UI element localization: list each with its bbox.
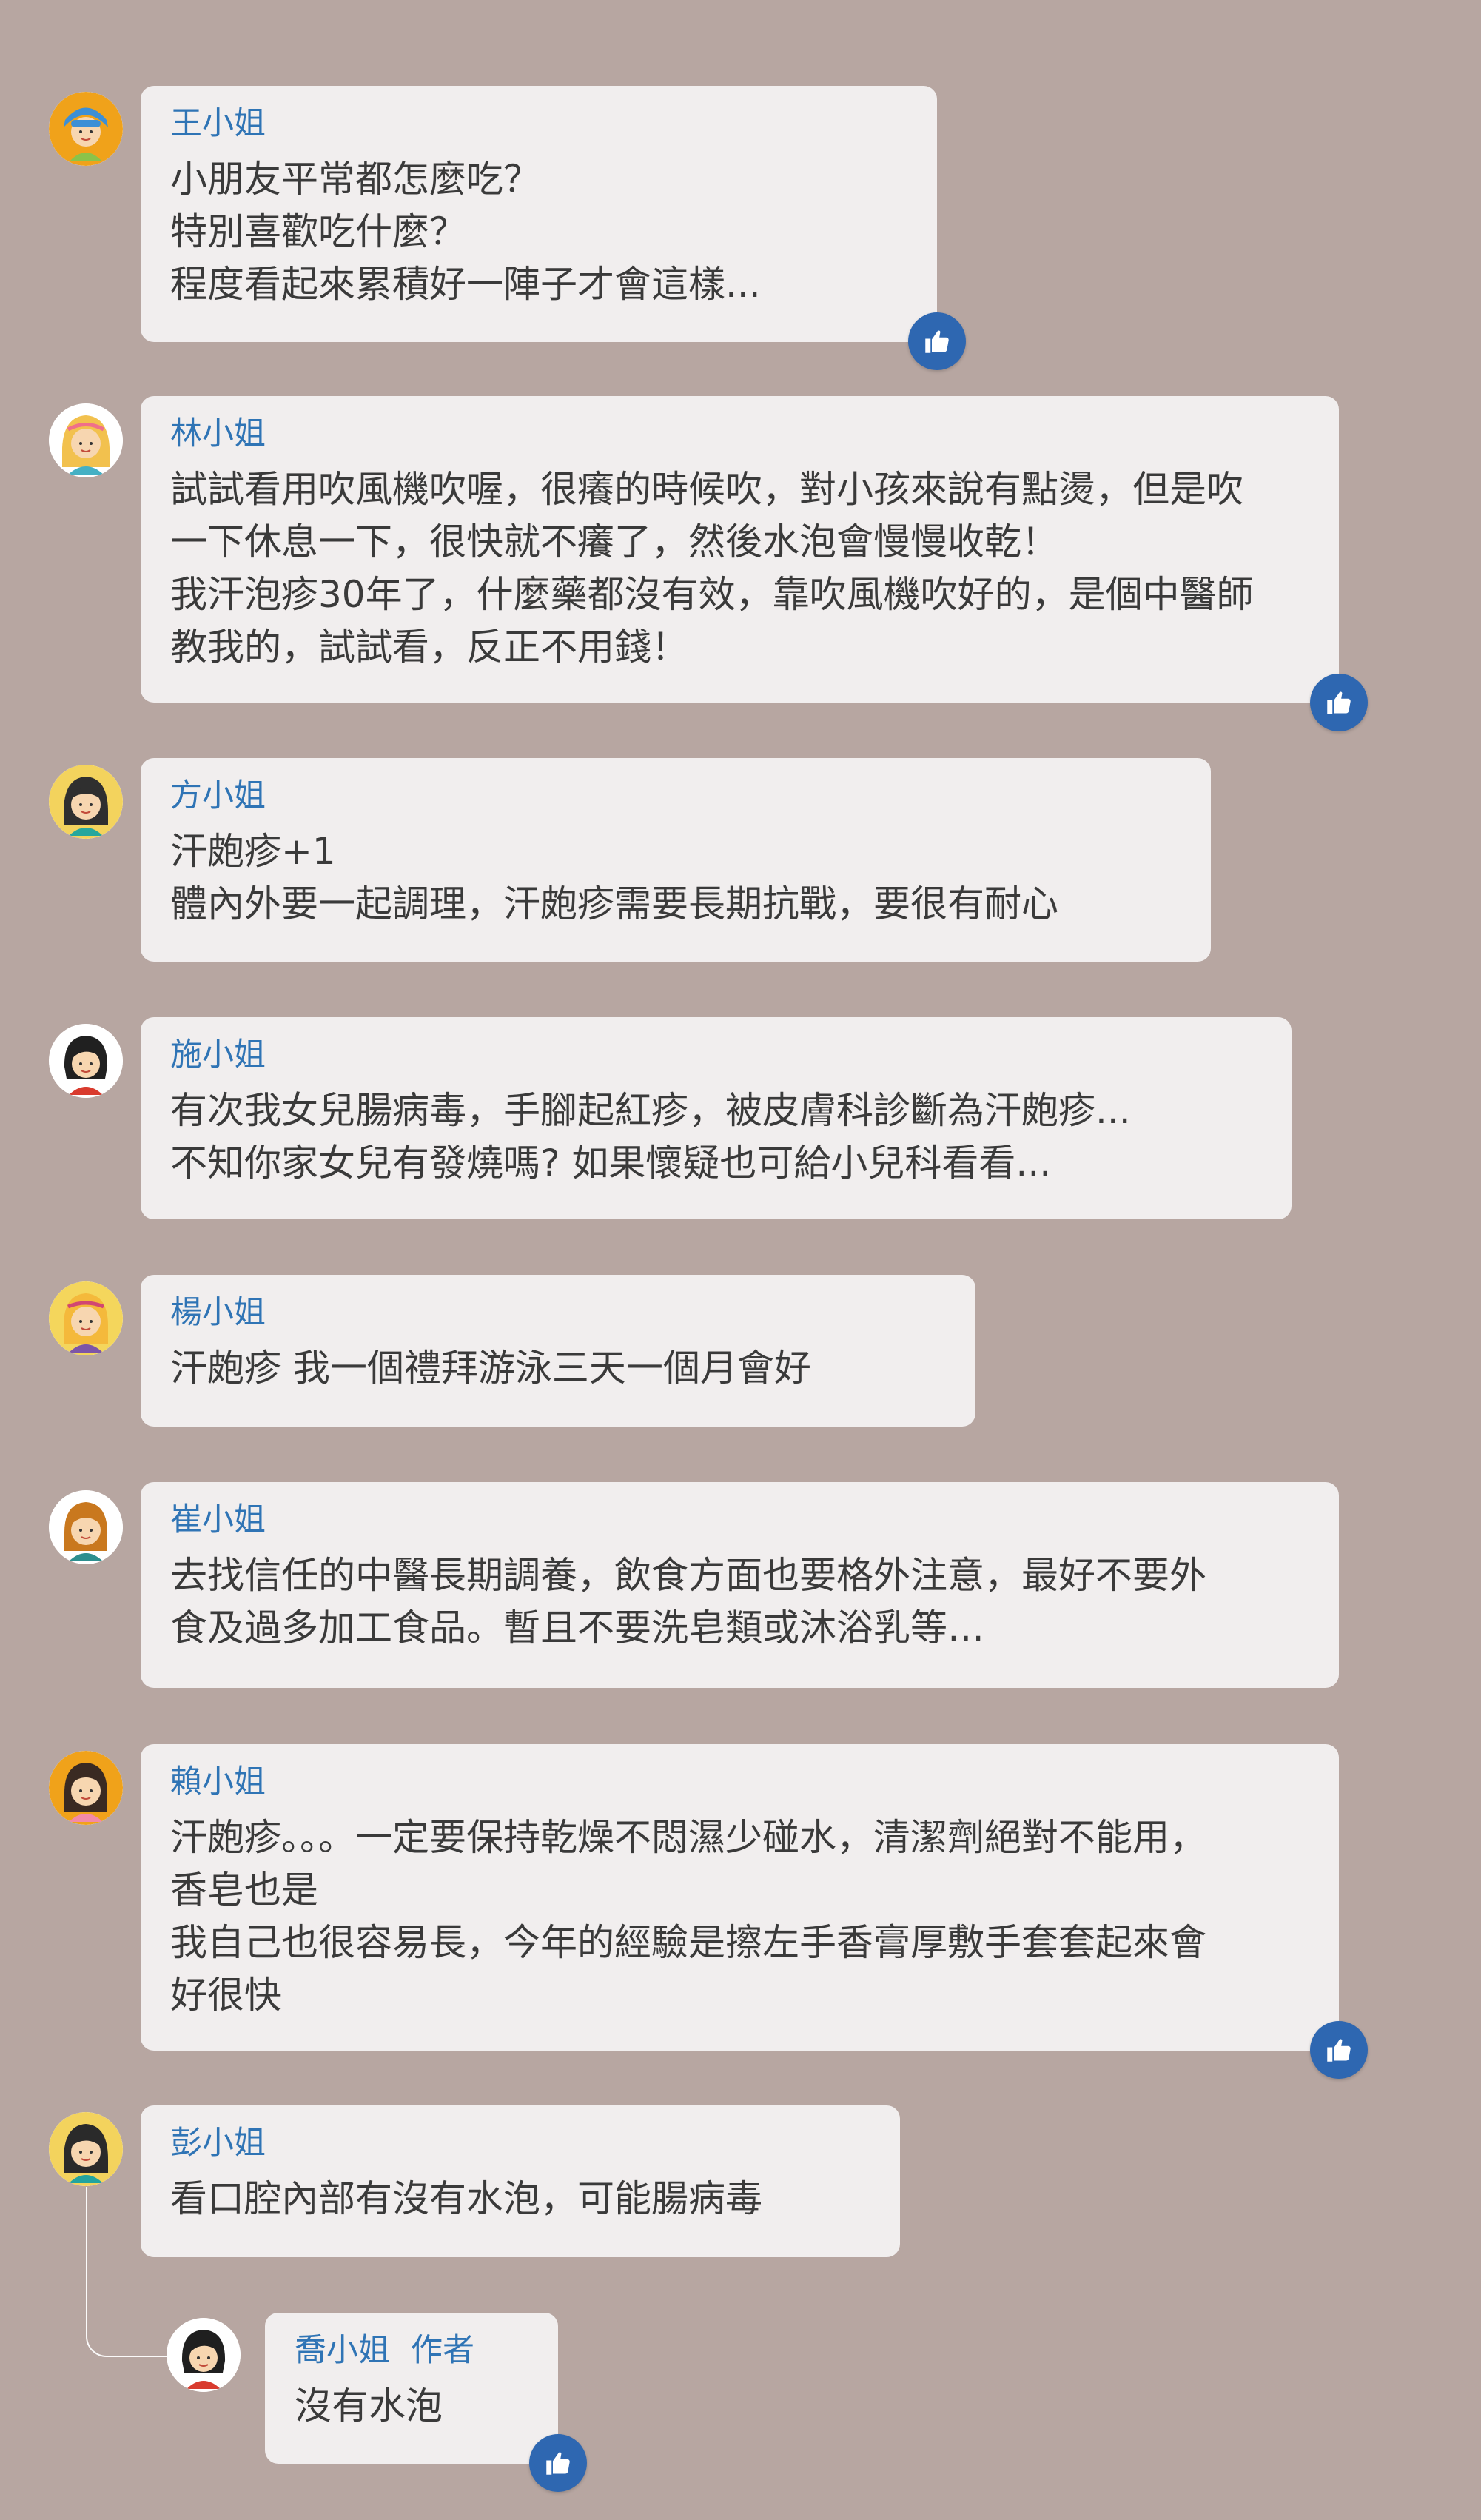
author-name[interactable]: 楊小姐 (170, 1297, 266, 1329)
comment-line: 汗皰疹。。。一定要保持乾燥不悶濕少碰水，清潔劑絕對不能用， (170, 1816, 1206, 1859)
author-name[interactable]: 林小姐 (170, 418, 266, 450)
author-name[interactable]: 崔小姐 (170, 1504, 266, 1536)
avatar-wang[interactable] (49, 92, 123, 166)
avatar-fang[interactable] (49, 765, 123, 839)
red-shirt-woman-avatar-icon (167, 2318, 241, 2392)
reply-bubble-qiao: 喬小姐 作者 沒有水泡 (265, 2313, 558, 2464)
comment-line: 汗皰疹 我一個禮拜游泳三天一個月會好 (170, 1347, 811, 1390)
thumbs-up-icon (546, 2452, 570, 2475)
comment-bubble-wang: 王小姐 小朋友平常都怎麼吃？ 特別喜歡吃什麼？ 程度看起來累積好一陣子才會這樣.… (141, 86, 937, 342)
author-tag: 作者 (411, 2332, 474, 2369)
avatar-cui[interactable] (49, 1490, 123, 1564)
pink-shirt-girl-avatar-icon (49, 1751, 123, 1825)
thumbs-up-icon (1327, 2039, 1351, 2062)
comment-bubble-shi: 施小姐 有次我女兒腸病毒，手腳起紅疹，被皮膚科診斷為汗皰疹... 不知你家女兒有… (141, 1017, 1292, 1219)
author-name[interactable]: 賴小姐 (170, 1766, 266, 1798)
comment-line: 沒有水泡 (295, 2385, 443, 2427)
comment-line: 程度看起來累積好一陣子才會這樣... (170, 263, 761, 306)
author-name[interactable]: 彭小姐 (170, 2128, 266, 2159)
thumbs-up-icon (1327, 691, 1351, 714)
comment-text: 看口腔內部有沒有水泡，可能腸病毒 (170, 2173, 869, 2225)
comment-text: 去找信任的中醫長期調養，飲食方面也要格外注意，最好不要外 食及過多加工食品。暫且… (170, 1549, 1308, 1655)
comment-bubble-yang: 楊小姐 汗皰疹 我一個禮拜游泳三天一個月會好 (141, 1275, 975, 1427)
author-name[interactable]: 施小姐 (170, 1039, 266, 1071)
comment-text: 汗皰疹+1 體內外要一起調理，汗皰疹需要長期抗戰，要很有耐心 (170, 825, 1180, 931)
blonde-girl-headband-avatar-icon (49, 403, 123, 477)
comment-line: 好很快 (170, 1974, 281, 2017)
comment-line: 體內外要一起調理，汗皰疹需要長期抗戰，要很有耐心 (170, 882, 1058, 925)
comment-thread: 王小姐 小朋友平常都怎麼吃？ 特別喜歡吃什麼？ 程度看起來累積好一陣子才會這樣.… (0, 0, 1481, 2520)
comment-bubble-peng: 彭小姐 看口腔內部有沒有水泡，可能腸病毒 (141, 2105, 900, 2257)
comment-line: 我汗泡疹30年了，什麼藥都沒有效，靠吹風機吹好的，是個中醫師 (170, 573, 1254, 616)
comment-text: 汗皰疹 我一個禮拜游泳三天一個月會好 (170, 1342, 944, 1395)
avatar-lai[interactable] (49, 1751, 123, 1825)
author-name[interactable]: 方小姐 (170, 780, 266, 812)
comment-line: 試試看用吹風機吹喔，很癢的時候吹，對小孩來說有點燙，但是吹 (170, 468, 1243, 511)
comment-bubble-lin: 林小姐 試試看用吹風機吹喔，很癢的時候吹，對小孩來說有點燙，但是吹 一下休息一下… (141, 396, 1339, 703)
like-badge[interactable] (908, 312, 966, 370)
avatar-qiao[interactable] (167, 2318, 241, 2392)
comment-line: 我自己也很容易長，今年的經驗是擦左手香膏厚敷手套套起來會 (170, 1921, 1206, 1964)
comment-line: 看口腔內部有沒有水泡，可能腸病毒 (170, 2177, 762, 2220)
comment-bubble-cui: 崔小姐 去找信任的中醫長期調養，飲食方面也要格外注意，最好不要外 食及過多加工食… (141, 1482, 1339, 1688)
author-name[interactable]: 喬小姐 (295, 2335, 390, 2367)
comment-line: 汗皰疹+1 (170, 830, 336, 873)
author-name[interactable]: 王小姐 (170, 108, 266, 140)
comment-text: 有次我女兒腸病毒，手腳起紅疹，被皮膚科診斷為汗皰疹... 不知你家女兒有發燒嗎?… (170, 1085, 1260, 1190)
like-badge[interactable] (1310, 2021, 1368, 2079)
comment-line: 教我的，試試看，反正不用錢！ (170, 626, 688, 668)
comment-line: 一下休息一下，很快就不癢了，然後水泡會慢慢收乾！ (170, 520, 1058, 563)
comment-bubble-fang: 方小姐 汗皰疹+1 體內外要一起調理，汗皰疹需要長期抗戰，要很有耐心 (141, 758, 1211, 962)
comment-bubble-lai: 賴小姐 汗皰疹。。。一定要保持乾燥不悶濕少碰水，清潔劑絕對不能用， 香皂也是 我… (141, 1744, 1339, 2051)
avatar-peng[interactable] (49, 2112, 123, 2186)
comment-text: 試試看用吹風機吹喔，很癢的時候吹，對小孩來說有點燙，但是吹 一下休息一下，很快就… (170, 463, 1308, 674)
dark-hair-girl-avatar-icon (49, 765, 123, 839)
comment-line: 香皂也是 (170, 1869, 318, 1911)
blonde-purple-shirt-avatar-icon (49, 1281, 123, 1355)
comment-line: 不知你家女兒有發燒嗎? 如果懷疑也可給小兒科看看... (170, 1142, 1052, 1184)
comment-line: 特別喜歡吃什麼？ (170, 210, 466, 253)
comment-text: 汗皰疹。。。一定要保持乾燥不悶濕少碰水，清潔劑絕對不能用， 香皂也是 我自己也很… (170, 1812, 1308, 2022)
avatar-shi[interactable] (49, 1024, 123, 1098)
black-hair-woman-avatar-icon (49, 1024, 123, 1098)
avatar-lin[interactable] (49, 403, 123, 477)
comment-text: 小朋友平常都怎麼吃？ 特別喜歡吃什麼？ 程度看起來累積好一陣子才會這樣... (170, 153, 906, 311)
like-badge[interactable] (529, 2434, 587, 2492)
brown-hair-girl-avatar-icon (49, 1490, 123, 1564)
thumbs-up-icon (925, 330, 949, 353)
like-badge[interactable] (1310, 674, 1368, 731)
comment-line: 小朋友平常都怎麼吃？ (170, 158, 540, 201)
comment-text: 沒有水泡 (295, 2380, 527, 2433)
avatar-yang[interactable] (49, 1281, 123, 1355)
comment-line: 去找信任的中醫長期調養，飲食方面也要格外注意，最好不要外 (170, 1554, 1206, 1597)
reply-connector-line (86, 2187, 167, 2357)
girl-blue-cap-avatar-icon (49, 92, 123, 166)
comment-line: 食及過多加工食品。暫且不要洗皂類或沐浴乳等… (170, 1606, 984, 1649)
teal-shirt-woman-avatar-icon (49, 2112, 123, 2186)
comment-line: 有次我女兒腸病毒，手腳起紅疹，被皮膚科診斷為汗皰疹... (170, 1089, 1131, 1132)
